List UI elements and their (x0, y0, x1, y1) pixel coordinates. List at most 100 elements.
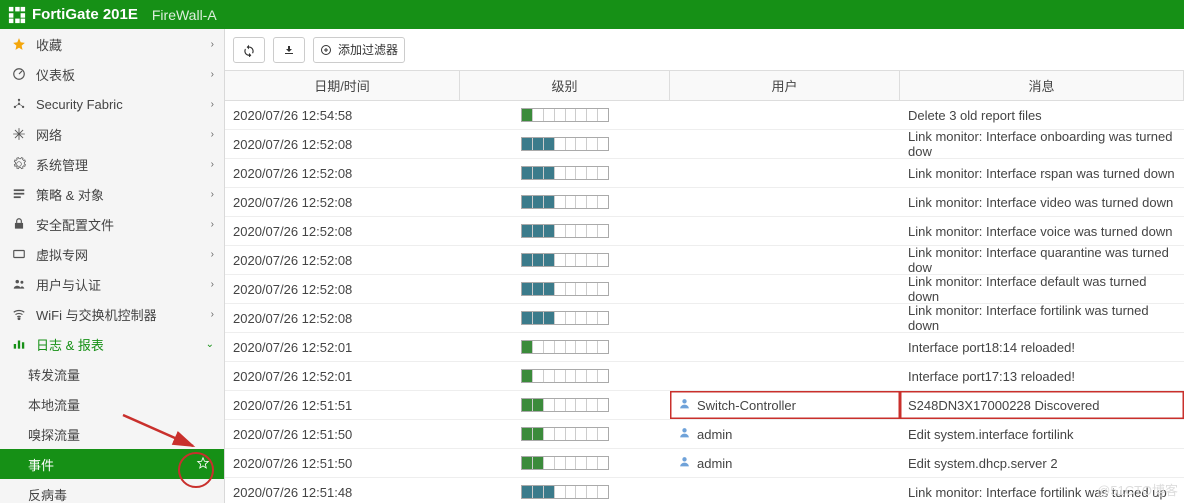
sidebar-item-10[interactable]: 日志 & 报表⌄ (0, 329, 224, 359)
sidebar-item-label: 策略 & 对象 (36, 185, 104, 204)
cell-level (460, 362, 670, 390)
table-row[interactable]: 2020/07/26 12:52:08 Link monitor: Interfa… (225, 246, 1184, 275)
table-row[interactable]: 2020/07/26 12:54:58Delete 3 old report f… (225, 101, 1184, 130)
user-icon (678, 455, 691, 471)
cell-level (460, 101, 670, 129)
cell-date: 2020/07/26 12:52:01 (225, 362, 460, 390)
user-icon (678, 426, 691, 442)
sidebar-item-0[interactable]: 收藏 › (0, 29, 224, 59)
cell-date: 2020/07/26 12:51:50 (225, 449, 460, 477)
favorite-star-icon[interactable] (196, 456, 210, 473)
fabric-icon (10, 97, 28, 111)
sidebar-sub-item-0[interactable]: 转发流量 (0, 359, 224, 389)
cell-message: Link monitor: Interface fortilink was tu… (900, 478, 1184, 503)
fortinet-logo-icon (8, 6, 26, 24)
sidebar-item-9[interactable]: WiFi 与交换机控制器› (0, 299, 224, 329)
add-filter-button[interactable]: 添加过滤器 (313, 37, 405, 63)
sidebar-item-4[interactable]: 系统管理› (0, 149, 224, 179)
sidebar-item-label: 安全配置文件 (36, 215, 114, 234)
cell-message: Delete 3 old report files (900, 101, 1184, 129)
cell-user (670, 246, 900, 274)
sidebar-item-label: 用户与认证 (36, 275, 101, 294)
table-row[interactable]: 2020/07/26 12:51:50adminEdit system.dhcp… (225, 449, 1184, 478)
table-row[interactable]: 2020/07/26 12:52:08Link monitor: Interfa… (225, 217, 1184, 246)
app-header: FortiGate 201E FireWall-A (0, 0, 1184, 29)
sidebar-item-1[interactable]: 仪表板› (0, 59, 224, 89)
cell-date: 2020/07/26 12:51:50 (225, 420, 460, 448)
gear-icon (10, 157, 28, 171)
cell-date: 2020/07/26 12:52:08 (225, 246, 460, 274)
chevron-right-icon: › (211, 39, 214, 50)
sidebar-sub-item-1[interactable]: 本地流量 (0, 389, 224, 419)
dashboard-icon (10, 67, 28, 81)
level-bar-icon (521, 166, 609, 180)
cell-date: 2020/07/26 12:51:48 (225, 478, 460, 503)
sidebar-sub-item-4[interactable]: 反病毒 (0, 479, 224, 503)
sidebar-item-label: 收藏 (36, 35, 62, 54)
table-row[interactable]: 2020/07/26 12:51:50 adminEdit system.inte… (225, 420, 1184, 449)
table-row[interactable]: 2020/07/26 12:52:08Link monitor: Interfa… (225, 304, 1184, 333)
sidebar-sub-item-2[interactable]: 嗅探流量 (0, 419, 224, 449)
cell-user: admin (670, 420, 900, 448)
table-body: 2020/07/26 12:54:58Delete 3 old report f… (225, 101, 1184, 503)
cell-level (460, 130, 670, 158)
table-row[interactable]: 2020/07/26 12:52:08Link monitor: Interfa… (225, 275, 1184, 304)
add-icon (320, 44, 332, 56)
cell-date: 2020/07/26 12:52:08 (225, 217, 460, 245)
cell-user (670, 159, 900, 187)
level-bar-icon (521, 311, 609, 325)
sidebar-item-3[interactable]: 网络› (0, 119, 224, 149)
col-date-header[interactable]: 日期/时间 (225, 71, 460, 100)
refresh-button[interactable] (233, 37, 265, 63)
cell-date: 2020/07/26 12:52:08 (225, 188, 460, 216)
table-row[interactable]: 2020/07/26 12:52:01Interface port17:13 r… (225, 362, 1184, 391)
user-icon (678, 397, 691, 413)
sidebar-item-label: Security Fabric (36, 97, 123, 112)
sidebar-sub-item-3[interactable]: 事件 (0, 449, 224, 479)
level-bar-icon (521, 369, 609, 383)
table-row[interactable]: 2020/07/26 12:52:08Link monitor: Interfa… (225, 130, 1184, 159)
product-name: FortiGate 201E (32, 6, 138, 23)
table-row[interactable]: 2020/07/26 12:51:51Switch-ControllerS248… (225, 391, 1184, 420)
cell-level (460, 188, 670, 216)
cell-message: Edit system.interface fortilink (900, 420, 1184, 448)
level-bar-icon (521, 340, 609, 354)
level-bar-icon (521, 427, 609, 441)
cell-message: Link monitor: Interface onboarding was t… (900, 130, 1184, 158)
cell-level (460, 246, 670, 274)
col-user-header[interactable]: 用户 (670, 71, 900, 100)
col-level-header[interactable]: 级别 (460, 71, 670, 100)
col-msg-header[interactable]: 消息 (900, 71, 1184, 100)
user-name: admin (697, 456, 732, 471)
cell-level (460, 333, 670, 361)
cell-message: Link monitor: Interface quarantine was t… (900, 246, 1184, 274)
cell-date: 2020/07/26 12:52:08 (225, 304, 460, 332)
sidebar-item-8[interactable]: 用户与认证› (0, 269, 224, 299)
cell-user: admin (670, 449, 900, 477)
level-bar-icon (521, 224, 609, 238)
sidebar-item-2[interactable]: Security Fabric› (0, 89, 224, 119)
table-row[interactable]: 2020/07/26 12:52:01 Interface port18:14 r… (225, 333, 1184, 362)
sidebar-item-label: 系统管理 (36, 155, 88, 174)
sidebar: 收藏›仪表板›Security Fabric›网络›系统管理›策略 & 对象›安… (0, 29, 225, 503)
table-row[interactable]: 2020/07/26 12:52:08 Link monitor: Interfa… (225, 188, 1184, 217)
cell-level (460, 449, 670, 477)
sidebar-item-label: 日志 & 报表 (36, 335, 104, 354)
cell-message: Interface port18:14 reloaded! (900, 333, 1184, 361)
sidebar-sub-label: 事件 (28, 455, 54, 474)
table-row[interactable]: 2020/07/26 12:52:08Link monitor: Interfa… (225, 159, 1184, 188)
download-icon (283, 44, 295, 56)
cell-message: Link monitor: Interface video was turned… (900, 188, 1184, 216)
vpn-icon (10, 247, 28, 261)
table-row[interactable]: 2020/07/26 12:51:48 Link monitor: Interfa… (225, 478, 1184, 503)
sidebar-item-7[interactable]: 虚拟专网› (0, 239, 224, 269)
cell-user (670, 275, 900, 303)
sidebar-item-6[interactable]: 安全配置文件› (0, 209, 224, 239)
cell-date: 2020/07/26 12:51:51 (225, 391, 460, 419)
cell-user (670, 130, 900, 158)
cell-user: Switch-Controller (670, 391, 900, 419)
cell-date: 2020/07/26 12:52:01 (225, 333, 460, 361)
download-button[interactable] (273, 37, 305, 63)
sidebar-item-5[interactable]: 策略 & 对象› (0, 179, 224, 209)
users-icon (10, 277, 28, 291)
